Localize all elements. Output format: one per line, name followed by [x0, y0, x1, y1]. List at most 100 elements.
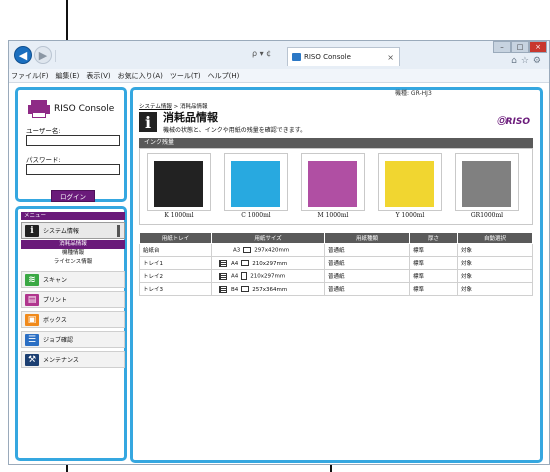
- paper-type: 普通紙: [324, 256, 410, 270]
- table-row: 給紙台 A3 297x420mm 普通紙 標準 対象: [139, 243, 533, 257]
- ink-label-y: Y 1000ml: [395, 212, 425, 219]
- screenshot-root: ◀ ▶ ρ ▾ ¢ RISO Console × – □ × ⌂☆⚙ ファイル(…: [0, 0, 550, 472]
- password-label: パスワード:: [26, 156, 61, 164]
- paper-thickness: 標準: [409, 282, 458, 296]
- username-label: ユーザー名:: [26, 127, 61, 135]
- menu-item-system-info[interactable]: i システム情報: [21, 222, 125, 239]
- landscape-paper-icon: [243, 246, 252, 253]
- paper-type: 普通紙: [324, 243, 410, 257]
- forward-button[interactable]: ▶: [34, 46, 52, 64]
- paper-size: A3 297x420mm: [211, 243, 325, 257]
- ink-swatch-y: [385, 161, 434, 207]
- ink-label-gr: GR1000ml: [470, 212, 504, 219]
- maximize-button[interactable]: □: [511, 41, 529, 53]
- tab-close-icon[interactable]: ×: [387, 53, 394, 62]
- size-dim: 210x297mm: [250, 273, 286, 280]
- size-dim: 297x420mm: [254, 247, 290, 254]
- tray-icon: [219, 272, 227, 280]
- tab-favicon-icon: [292, 53, 301, 61]
- tray-icon: [219, 259, 227, 267]
- menu-item-label: ジョブ確認: [43, 337, 74, 344]
- ink-swatch-m: [308, 161, 357, 207]
- tray-name: トレイ3: [139, 282, 212, 296]
- menu-item-box[interactable]: ▣ ボックス: [21, 311, 125, 328]
- ink-label-m: M 1000ml: [317, 212, 349, 219]
- printer-logo-icon: [28, 100, 50, 118]
- menu-item-label: システム情報: [43, 228, 79, 235]
- paper-thickness: 標準: [409, 269, 458, 283]
- ink-swatch-gr: [462, 161, 511, 207]
- menu-favorites[interactable]: お気に入り(A): [118, 71, 163, 81]
- table-row: トレイ3 B4 257x364mm 普通紙 標準 対象: [139, 282, 533, 296]
- ink-label-c: C 1000ml: [241, 212, 271, 219]
- window-controls: – □ ×: [493, 41, 547, 53]
- back-button[interactable]: ◀: [14, 46, 32, 64]
- menu-item-job[interactable]: ☰ ジョブ確認: [21, 331, 125, 348]
- browser-tab[interactable]: RISO Console ×: [287, 47, 400, 66]
- app-logo: RISO Console: [28, 100, 114, 118]
- submenu-consumables[interactable]: 消耗品情報: [21, 240, 125, 249]
- address-bar[interactable]: [55, 50, 65, 62]
- info-icon: i: [25, 224, 39, 237]
- close-button[interactable]: ×: [529, 41, 547, 53]
- breadcrumb: システム情報 > 消耗品情報: [139, 102, 207, 110]
- menu-help[interactable]: ヘルプ(H): [208, 71, 240, 81]
- ink-c: C 1000ml: [224, 153, 288, 222]
- menu-panel: メニュー i システム情報 消耗品情報 機種情報 ライセンス情報 ≋ スキャン …: [15, 206, 127, 461]
- breadcrumb-separator: >: [171, 104, 180, 110]
- breadcrumb-link[interactable]: システム情報: [139, 104, 172, 110]
- ink-m: M 1000ml: [301, 153, 365, 222]
- auto-select: 対象: [457, 243, 533, 257]
- main-panel: 機種: GR-HJ3 システム情報 > 消耗品情報 i 消耗品情報 機械の状態と…: [130, 87, 543, 463]
- breadcrumb-current: 消耗品情報: [179, 104, 208, 110]
- tab-title: RISO Console: [304, 53, 351, 61]
- menu-item-scan[interactable]: ≋ スキャン: [21, 271, 125, 288]
- menu-tools[interactable]: ツール(T): [170, 71, 201, 81]
- size-code: A3: [233, 247, 241, 254]
- col-tray: 用紙トレイ: [139, 232, 212, 244]
- search-refresh-controls[interactable]: ρ ▾ ¢: [252, 49, 271, 58]
- auto-select: 対象: [457, 282, 533, 296]
- box-icon: ▣: [25, 313, 39, 326]
- auto-select: 対象: [457, 256, 533, 270]
- menu-item-label: ボックス: [43, 317, 67, 324]
- ink-section-header: インク残量: [139, 138, 533, 148]
- submenu-model-info[interactable]: 機種情報: [21, 249, 125, 258]
- landscape-paper-icon: [241, 286, 250, 292]
- menu-file[interactable]: ファイル(F): [11, 71, 49, 81]
- menu-edit[interactable]: 編集(E): [56, 71, 80, 81]
- ink-swatch-k: [154, 161, 203, 207]
- menu-item-maintenance[interactable]: ⚒ メンテナンス: [21, 351, 125, 368]
- menu-item-label: プリント: [43, 297, 68, 304]
- login-panel: RISO Console ユーザー名: パスワード: ログイン: [15, 87, 127, 202]
- print-icon: ▤: [25, 293, 39, 306]
- paper-thickness: 標準: [409, 256, 458, 270]
- login-button[interactable]: ログイン: [51, 190, 95, 202]
- menu-item-label: メンテナンス: [43, 357, 79, 364]
- page-description: 機械の状態と、インクや用紙の残量を確認できます。: [163, 127, 307, 134]
- browser-window: ◀ ▶ ρ ▾ ¢ RISO Console × – □ × ⌂☆⚙ ファイル(…: [8, 40, 550, 465]
- ink-gr: GR1000ml: [455, 153, 519, 222]
- tray-name: 給紙台: [139, 243, 212, 257]
- portrait-paper-icon: [241, 272, 248, 280]
- system-info-submenu: 消耗品情報 機種情報 ライセンス情報: [21, 240, 125, 267]
- paper-thickness: 標準: [409, 243, 458, 257]
- menu-item-print[interactable]: ▤ プリント: [21, 291, 125, 308]
- paper-type: 普通紙: [324, 269, 410, 283]
- col-thickness: 厚さ: [409, 232, 458, 244]
- menu-view[interactable]: 表示(V): [86, 71, 110, 81]
- table-row: トレイ1 A4 210x297mm 普通紙 標準 対象: [139, 256, 533, 270]
- password-input[interactable]: [26, 164, 120, 175]
- browser-menubar: ファイル(F) 編集(E) 表示(V) お気に入り(A) ツール(T) ヘルプ(…: [9, 69, 549, 83]
- submenu-license-info[interactable]: ライセンス情報: [21, 258, 125, 267]
- browser-titlebar: ◀ ▶ ρ ▾ ¢ RISO Console × – □ × ⌂☆⚙: [9, 41, 549, 69]
- home-favorites-settings-icons[interactable]: ⌂☆⚙: [511, 56, 545, 66]
- username-input[interactable]: [26, 135, 120, 146]
- menu-header: メニュー: [21, 212, 125, 220]
- minimize-button[interactable]: –: [493, 41, 511, 53]
- col-auto-select: 自動選択: [457, 232, 533, 244]
- ink-k: K 1000ml: [147, 153, 211, 222]
- size-dim: 210x297mm: [252, 260, 288, 267]
- info-icon: i: [139, 112, 157, 132]
- ink-label-k: K 1000ml: [164, 212, 194, 219]
